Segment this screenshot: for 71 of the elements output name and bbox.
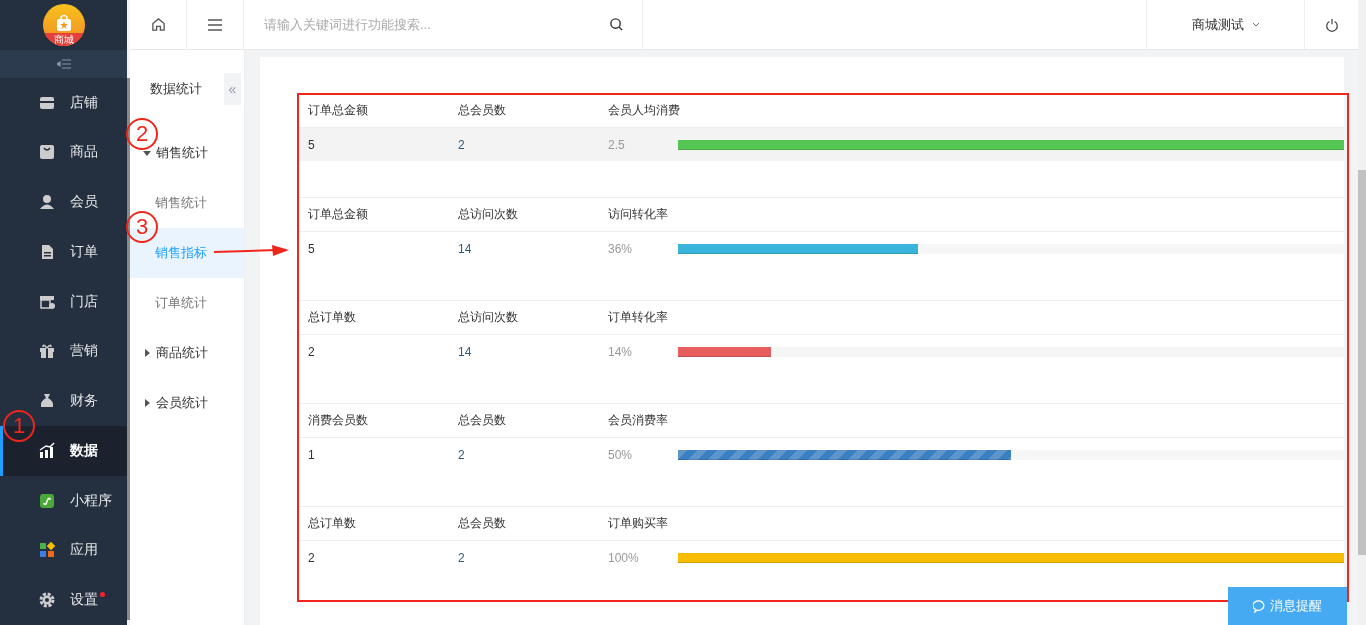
nav-item[interactable]: 订单: [70, 242, 98, 261]
home-icon[interactable]: [150, 17, 166, 32]
table-cell-text: 2: [457, 550, 466, 565]
bag-icon: [38, 143, 56, 162]
column-header: 总订单数: [307, 515, 357, 532]
column-header: 订单转化率: [607, 309, 669, 326]
numbered-circle: 1: [3, 410, 35, 442]
gift-icon: [38, 342, 56, 361]
table-cell-text: 36%: [607, 241, 634, 256]
power-icon[interactable]: [1324, 17, 1339, 32]
column-header: 总会员数: [457, 412, 507, 429]
table-cell-text: 2.5: [607, 137, 626, 152]
column-header: 总会员数: [457, 515, 507, 532]
nav-item[interactable]: 财务: [70, 392, 98, 411]
nav-item[interactable]: 营销: [70, 342, 98, 361]
nav-item[interactable]: 会员: [70, 193, 98, 212]
column-header: 访问转化率: [607, 206, 669, 223]
numbered-circle: 2: [126, 118, 158, 150]
column-header: 订单购买率: [607, 515, 669, 532]
table-cell-text: 14: [457, 241, 473, 256]
column-header: 总访问次数: [457, 309, 519, 326]
column-header: 总订单数: [307, 309, 357, 326]
tree-item[interactable]: 商品统计: [156, 344, 208, 362]
collapsed-triangle-icon: [143, 349, 151, 357]
table-cell-text: 50%: [607, 447, 634, 462]
column-header: 总会员数: [457, 102, 507, 119]
tree-item[interactable]: 会员统计: [156, 394, 208, 412]
user-dropdown[interactable]: 商城测试: [1146, 0, 1305, 49]
nav-item[interactable]: 应用: [70, 541, 98, 560]
column-header: 会员人均消费: [607, 102, 681, 119]
table-cell-text: 2: [307, 550, 316, 565]
column-header: 总访问次数: [457, 206, 519, 223]
nav-item[interactable]: 小程序: [70, 491, 112, 510]
settings-icon: [38, 591, 56, 610]
column-header: 订单总金额: [307, 102, 369, 119]
scrollbar-thumb[interactable]: [1358, 170, 1366, 555]
menu-icon[interactable]: [207, 17, 223, 32]
tree-item[interactable]: 销售统计: [156, 144, 208, 162]
collapse-icon[interactable]: [56, 58, 71, 69]
column-header: 订单总金额: [307, 206, 369, 223]
section-title: 数据统计: [150, 80, 202, 98]
nav-item[interactable]: 店铺: [70, 93, 98, 112]
scrollbar[interactable]: [1358, 0, 1366, 625]
table-cell-text: 14%: [607, 344, 634, 359]
nav-item[interactable]: 门店: [70, 292, 98, 311]
numbered-circle: 3: [126, 211, 158, 243]
tree-item[interactable]: 销售统计: [155, 194, 207, 212]
nav-item[interactable]: 商品: [70, 143, 98, 162]
chat-icon: [1253, 599, 1266, 613]
table-cell-text: 100%: [607, 550, 640, 565]
search-field[interactable]: 请输入关键词进行功能搜索...: [262, 16, 609, 33]
apps-icon: [38, 541, 56, 560]
expanded-triangle-icon: [143, 149, 151, 157]
bar-chart-icon: [38, 441, 56, 460]
column-header: 会员消费率: [607, 412, 669, 429]
caret-icon: [1251, 22, 1260, 27]
table-cell-text: 5: [307, 241, 316, 256]
table-cell-text: 2: [457, 137, 466, 152]
search-icon[interactable]: [609, 17, 624, 32]
table-cell-text: 2: [457, 447, 466, 462]
table-cell-text: 5: [307, 137, 316, 152]
table-cell-text: 14: [457, 344, 473, 359]
mini-program-icon: [38, 491, 56, 510]
nav-item[interactable]: 设置: [70, 591, 98, 610]
person-icon: [38, 193, 56, 212]
table-cell-text: 2: [307, 344, 316, 359]
collapsed-triangle-icon: [143, 399, 151, 407]
scrollbar-thumb[interactable]: [127, 78, 130, 620]
column-header: 消费会员数: [307, 412, 369, 429]
tree-item[interactable]: 订单统计: [155, 294, 207, 312]
table-cell-text: 1: [307, 447, 316, 462]
